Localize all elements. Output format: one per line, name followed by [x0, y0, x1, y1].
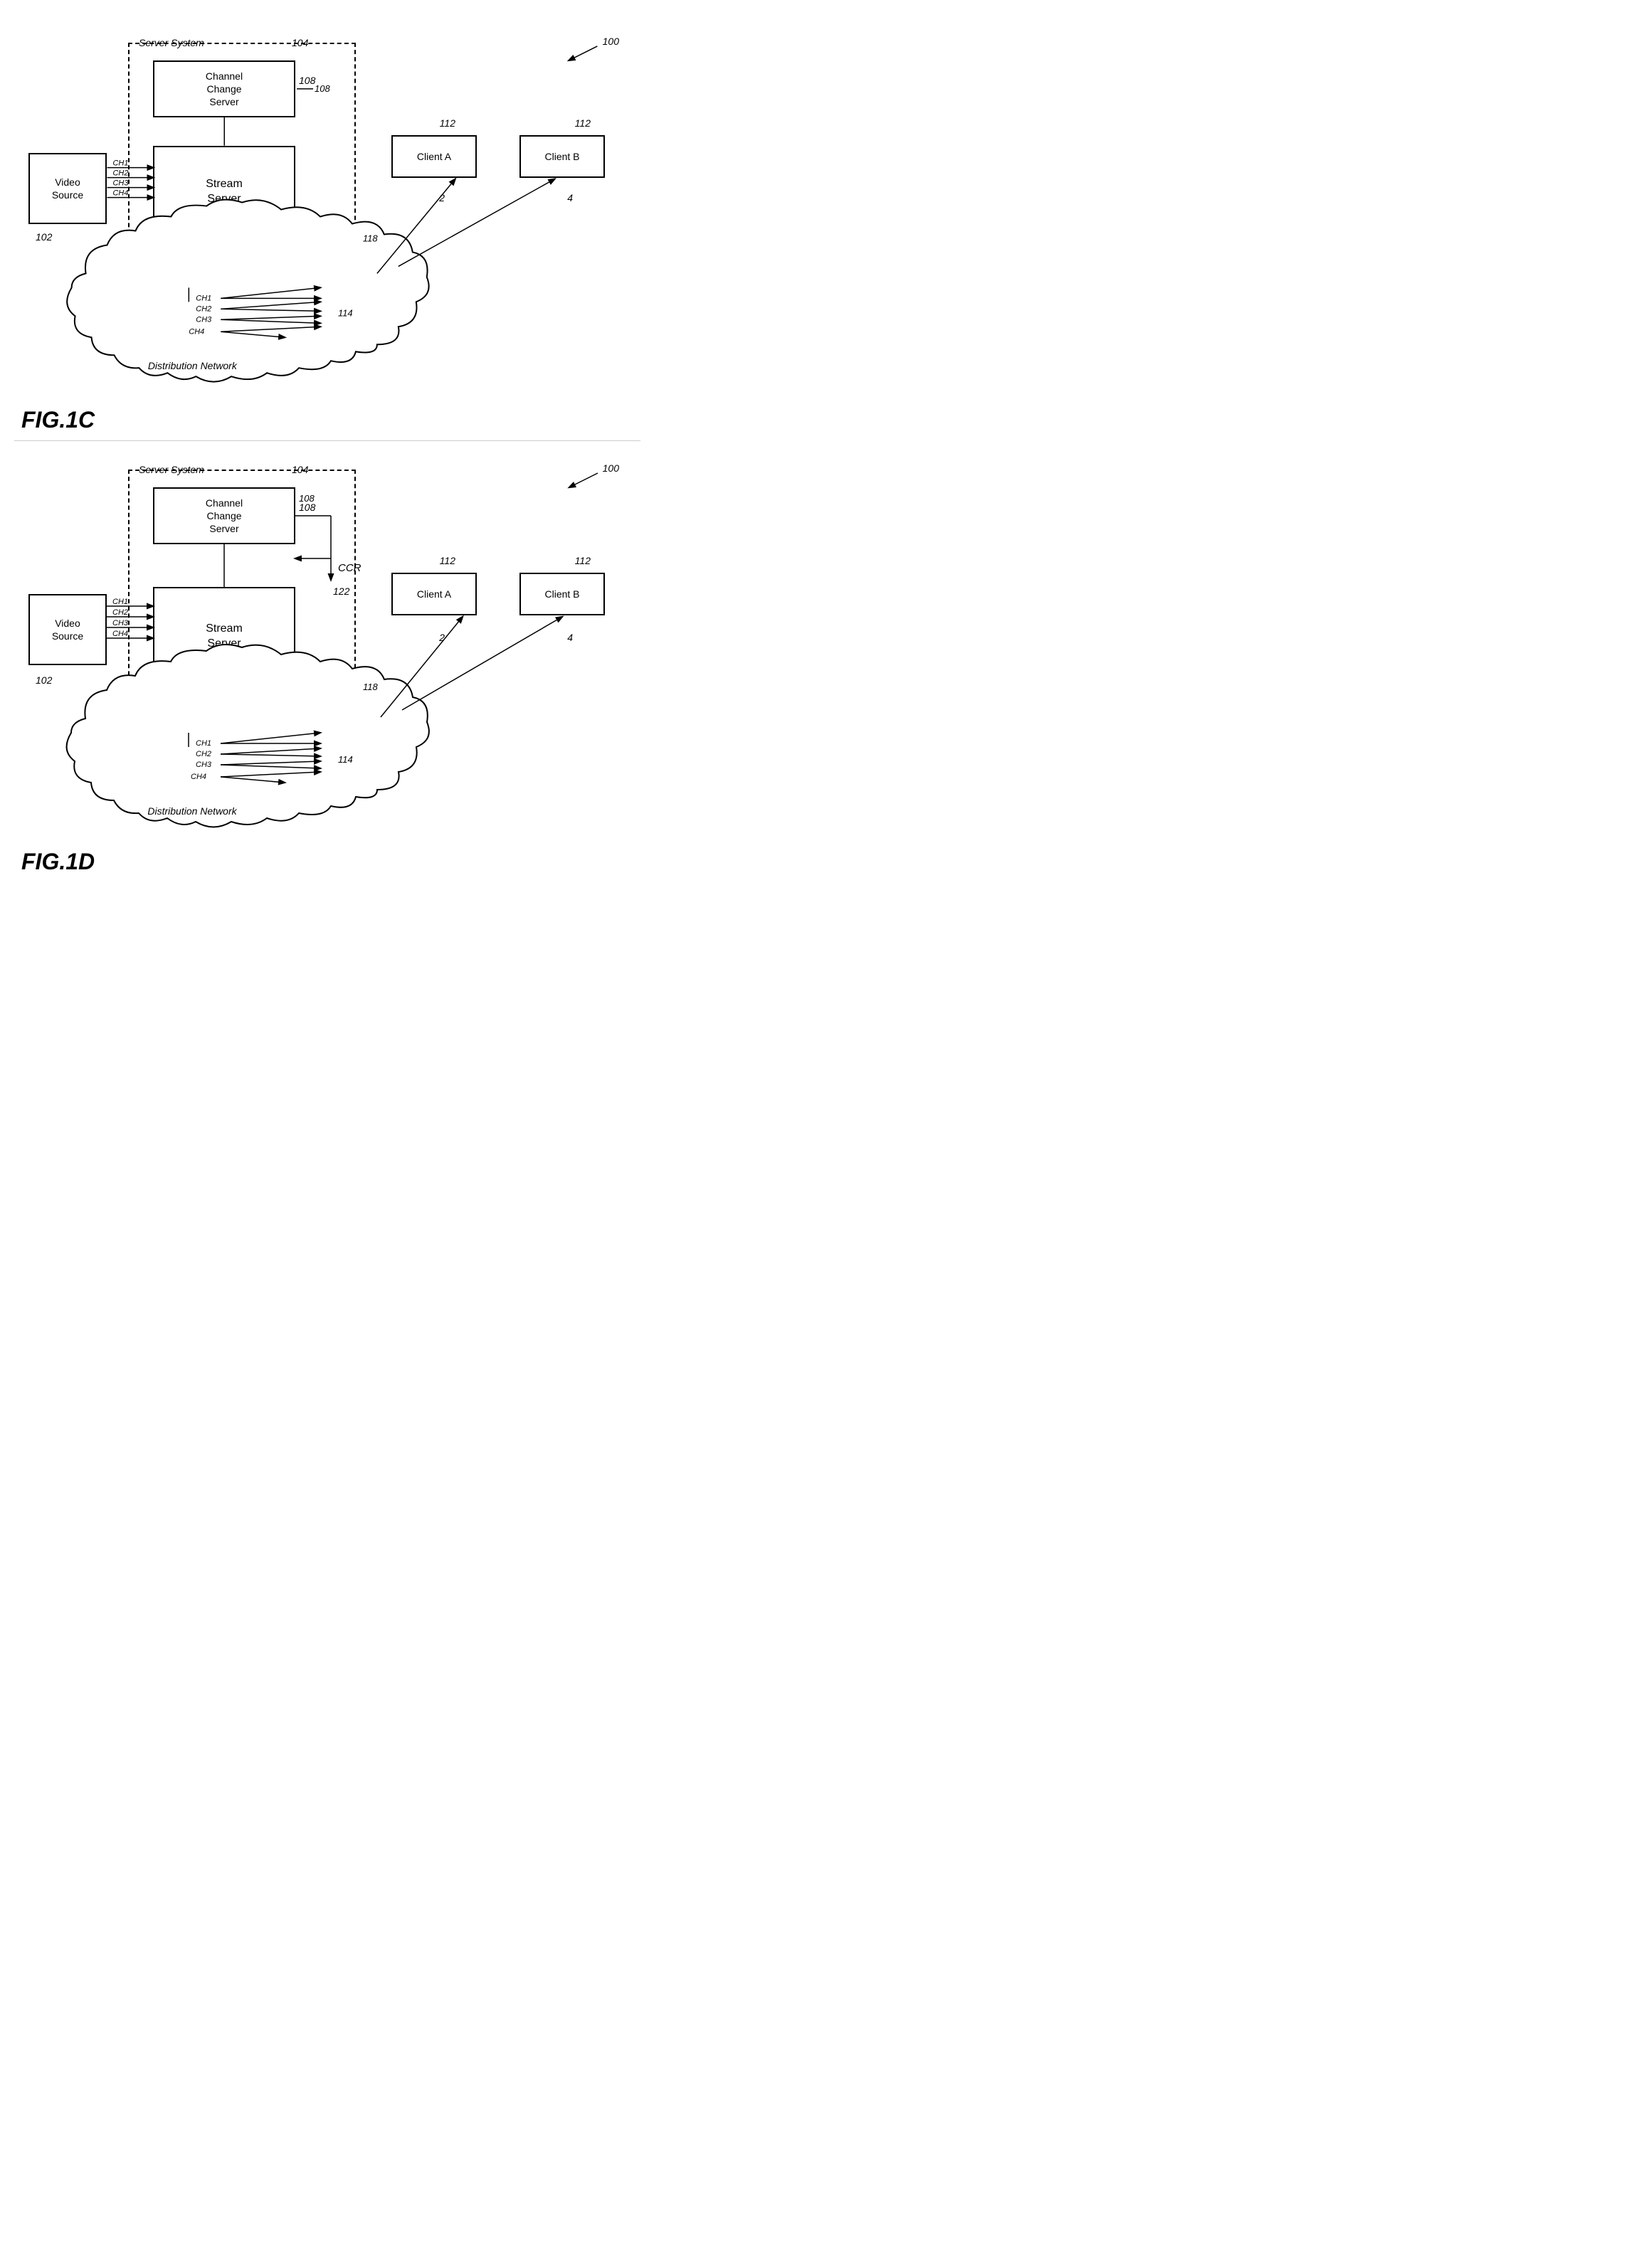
fig1c-diagram: 100 Server System 104 Channel Change Ser…	[14, 21, 640, 441]
fig1d-diagram: 100 Server System 104 Channel Change Ser…	[14, 448, 640, 882]
client-a-fig1c: Client A	[391, 135, 477, 178]
stream-server-fig1c: Stream Server	[153, 146, 295, 238]
svg-text:CH2: CH2	[112, 608, 128, 617]
stream-server-fig1d: Stream Server	[153, 587, 295, 687]
server-system-label-fig1c: Server System	[139, 37, 204, 48]
svg-text:CH1: CH1	[196, 294, 211, 302]
ref-4-fig1c: 4	[567, 192, 573, 203]
ref-106-fig1c: 106	[299, 221, 315, 232]
svg-text:114: 114	[338, 307, 353, 318]
svg-text:CH1: CH1	[196, 739, 211, 748]
svg-text:CH2: CH2	[196, 750, 211, 758]
svg-text:CH4: CH4	[112, 630, 128, 638]
svg-text:Distribution Network: Distribution Network	[147, 805, 237, 817]
ref-104-fig1c: 104	[292, 37, 308, 48]
ref-112b-fig1c: 112	[575, 117, 591, 129]
video-source-fig1c: Video Source	[28, 153, 107, 224]
ref-2-fig1d: 2	[439, 632, 445, 643]
svg-text:CH3: CH3	[196, 761, 212, 769]
ref-102-fig1c: 102	[36, 231, 52, 243]
ref-104-fig1d: 104	[292, 464, 308, 475]
ref-122-fig1d: 122	[333, 585, 349, 597]
fig1c-label: FIG.1C	[21, 407, 95, 433]
svg-text:CH4: CH4	[189, 327, 204, 336]
ref-108-fig1d: 108	[299, 502, 315, 513]
svg-text:CH4: CH4	[191, 773, 206, 781]
ccr-label-fig1d: CCR	[338, 562, 361, 574]
svg-text:CH3: CH3	[112, 619, 129, 627]
svg-text:CH4: CH4	[113, 189, 129, 198]
client-b-fig1d: Client B	[519, 573, 605, 615]
client-a-fig1d: Client A	[391, 573, 477, 615]
ref-112a-fig1d: 112	[440, 555, 455, 566]
ref-112b-fig1d: 112	[575, 555, 591, 566]
channel-change-server-fig1c: Channel Change Server	[153, 60, 295, 117]
ref-112a-fig1c: 112	[440, 117, 455, 129]
ref-100-fig1c: 100	[603, 36, 619, 47]
svg-text:118: 118	[363, 233, 378, 243]
client-b-fig1c: Client B	[519, 135, 605, 178]
svg-text:118: 118	[363, 682, 378, 692]
svg-text:CH1: CH1	[113, 159, 129, 168]
ref-2-fig1c: 2	[439, 192, 445, 203]
video-source-fig1d: Video Source	[28, 594, 107, 665]
svg-text:CH2: CH2	[196, 304, 211, 313]
svg-text:CH2: CH2	[113, 169, 129, 178]
ref-108-fig1c: 108	[299, 75, 315, 86]
page: 100 Server System 104 Channel Change Ser…	[0, 0, 655, 904]
svg-text:CH3: CH3	[196, 315, 211, 324]
server-system-label-fig1d: Server System	[139, 464, 204, 475]
ref-100-fig1d: 100	[603, 462, 619, 474]
svg-text:Distribution Network: Distribution Network	[148, 360, 238, 371]
ref-106-fig1d: 106	[299, 674, 315, 686]
svg-text:114: 114	[338, 754, 353, 765]
svg-text:CH3: CH3	[113, 179, 129, 188]
ref-4-fig1d: 4	[567, 632, 573, 643]
svg-text:CH1: CH1	[112, 598, 128, 606]
ref-102-fig1d: 102	[36, 674, 52, 686]
channel-change-server-fig1d: Channel Change Server	[153, 487, 295, 544]
fig1d-label: FIG.1D	[21, 849, 95, 875]
